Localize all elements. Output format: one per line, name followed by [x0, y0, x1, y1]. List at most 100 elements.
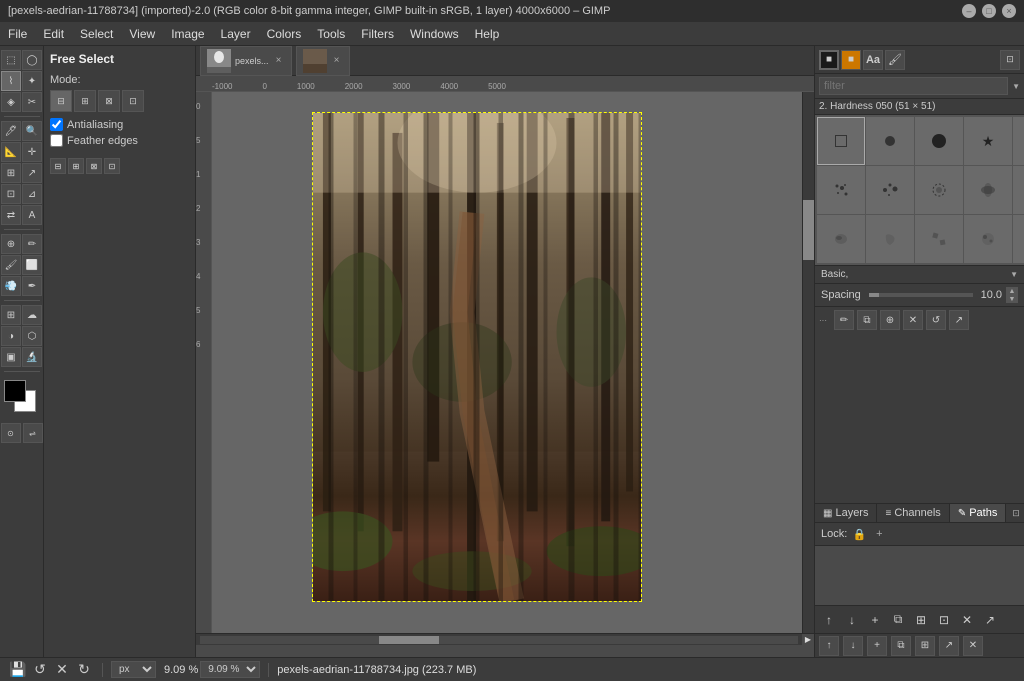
blend-tool[interactable]: ▣: [1, 347, 21, 367]
zoom-tool[interactable]: 🔍: [22, 121, 42, 141]
brush-preset-dropdown[interactable]: ▼: [1010, 270, 1018, 279]
layer-down-btn[interactable]: ↓: [842, 610, 862, 630]
brush-edit-btn[interactable]: ✏: [834, 310, 854, 330]
brush-new-from-visible-btn[interactable]: ⊕: [880, 310, 900, 330]
menu-help[interactable]: Help: [467, 22, 508, 46]
canvas-image[interactable]: [313, 113, 641, 601]
menu-image[interactable]: Image: [163, 22, 212, 46]
panel-expand-btn[interactable]: ⊡: [1008, 505, 1024, 521]
layer-new-btn[interactable]: +: [865, 610, 885, 630]
scrollbar-right[interactable]: [802, 92, 814, 633]
lock-position-btn[interactable]: 🔒: [851, 526, 867, 542]
redo-btn[interactable]: ↻: [74, 660, 94, 680]
brush-cell-square[interactable]: [817, 117, 865, 165]
move-tool[interactable]: ✛: [22, 142, 42, 162]
brush-copy-btn[interactable]: ⧉: [857, 310, 877, 330]
brush-cell-grunge-3[interactable]: [915, 215, 963, 263]
brush-cell-cross[interactable]: ✚: [1013, 117, 1024, 165]
scroll-arrow-right[interactable]: ▶: [802, 634, 814, 646]
reset-colors-btn[interactable]: ⊙: [1, 423, 21, 443]
swap-colors-btn[interactable]: ⇌: [23, 423, 43, 443]
layer-export-btn[interactable]: ↗: [980, 610, 1000, 630]
lock-add-btn[interactable]: +: [871, 526, 887, 542]
spacing-increment-btn[interactable]: ▲: [1006, 287, 1018, 295]
scrollbar-v-thumb[interactable]: [803, 200, 814, 260]
scissors-tool[interactable]: ✂: [22, 92, 42, 112]
close-button[interactable]: ×: [1002, 4, 1016, 18]
mode-subtract-btn[interactable]: ⊠: [98, 90, 120, 112]
right-panel-btn-6[interactable]: ↗: [939, 636, 959, 656]
select-by-color-tool[interactable]: ◈: [1, 92, 21, 112]
brush-filter-input[interactable]: [819, 77, 1008, 95]
brush-cell-circle-sm[interactable]: [866, 117, 914, 165]
perspective-tool[interactable]: ⊿: [22, 184, 42, 204]
right-panel-btn-3[interactable]: +: [867, 636, 887, 656]
eraser-tool[interactable]: ⬜: [22, 255, 42, 275]
brush-cell-star[interactable]: ★: [964, 117, 1012, 165]
text-tool[interactable]: A: [22, 205, 42, 225]
paintbrush-tool[interactable]: 🖌: [1, 255, 21, 275]
tool-mini-icon-2[interactable]: ⊞: [68, 158, 84, 174]
right-panel-btn-5[interactable]: ⊞: [915, 636, 935, 656]
smudge-tool[interactable]: ☁: [22, 305, 42, 325]
brush-cell-grunge-5[interactable]: [1013, 215, 1024, 263]
panel-icon-aa[interactable]: Aa: [863, 50, 883, 70]
tab-close-1[interactable]: ×: [273, 55, 285, 67]
bucket-fill-tool[interactable]: ⬡: [22, 326, 42, 346]
spacing-decrement-btn[interactable]: ▼: [1006, 295, 1018, 303]
tool-mini-icon-1[interactable]: ⊟: [50, 158, 66, 174]
menu-view[interactable]: View: [121, 22, 163, 46]
more-options-icon[interactable]: ···: [819, 316, 827, 325]
panel-expand-btn[interactable]: ⊡: [1000, 50, 1020, 70]
layers-tab-layers[interactable]: ▦ Layers: [815, 504, 877, 522]
scrollbar-h-track[interactable]: [200, 636, 798, 644]
panel-icon-orange[interactable]: ■: [841, 50, 861, 70]
foreground-color-swatch[interactable]: [4, 380, 26, 402]
feather-edges-checkbox[interactable]: [50, 134, 63, 147]
layer-up-btn[interactable]: ↑: [819, 610, 839, 630]
brush-cell-grunge-2[interactable]: [866, 215, 914, 263]
brush-cell-texture-1[interactable]: [915, 166, 963, 214]
right-panel-btn-4[interactable]: ⧉: [891, 636, 911, 656]
right-panel-btn-2[interactable]: ↓: [843, 636, 863, 656]
menu-edit[interactable]: Edit: [35, 22, 72, 46]
save-btn[interactable]: 💾: [8, 660, 28, 680]
zoom-dropdown[interactable]: 9.09 % 25% 50% 100%: [200, 661, 260, 678]
align-tool[interactable]: ⊞: [1, 163, 21, 183]
color-picker-tool[interactable]: 🔬: [22, 347, 42, 367]
brush-cell-grunge-1[interactable]: [817, 215, 865, 263]
menu-colors[interactable]: Colors: [259, 22, 310, 46]
panel-icon-color[interactable]: ■: [819, 50, 839, 70]
tab-close-2[interactable]: ×: [331, 55, 343, 67]
ellipse-select-tool[interactable]: ◯: [22, 50, 42, 70]
transform-tool[interactable]: ↗: [22, 163, 42, 183]
measure-tool[interactable]: 📐: [1, 142, 21, 162]
brush-cell-splatter-2[interactable]: [866, 166, 914, 214]
rect-select-tool[interactable]: ⬚: [1, 50, 21, 70]
mode-add-btn[interactable]: ⊞: [74, 90, 96, 112]
fuzzy-select-tool[interactable]: ✦: [22, 71, 42, 91]
antialiasing-checkbox[interactable]: [50, 118, 63, 131]
menu-layer[interactable]: Layer: [213, 22, 259, 46]
layers-tab-paths[interactable]: ✎ Paths: [950, 504, 1007, 522]
undo-btn[interactable]: ↺: [30, 660, 50, 680]
tool-mini-icon-4[interactable]: ⊡: [104, 158, 120, 174]
brush-cell-texture-2[interactable]: [964, 166, 1012, 214]
menu-filters[interactable]: Filters: [353, 22, 402, 46]
canvas-tab-2[interactable]: ×: [296, 46, 350, 76]
unit-dropdown[interactable]: px mm cm in: [111, 661, 156, 678]
menu-tools[interactable]: Tools: [309, 22, 353, 46]
menu-select[interactable]: Select: [72, 22, 121, 46]
filter-dropdown-arrow[interactable]: ▼: [1012, 82, 1020, 91]
canvas-viewport[interactable]: [212, 92, 802, 633]
brush-export-btn[interactable]: ↗: [949, 310, 969, 330]
pencil-tool[interactable]: ✏: [22, 234, 42, 254]
crop-tool[interactable]: ⊡: [1, 184, 21, 204]
brush-cell-texture-3[interactable]: *: [1013, 166, 1024, 214]
layer-copy-btn[interactable]: ⧉: [888, 610, 908, 630]
mode-intersect-btn[interactable]: ⊡: [122, 90, 144, 112]
paths-tool[interactable]: 🖊: [1, 121, 21, 141]
heal-tool[interactable]: ⊕: [1, 234, 21, 254]
cancel-btn[interactable]: ✕: [52, 660, 72, 680]
tool-mini-icon-3[interactable]: ⊠: [86, 158, 102, 174]
